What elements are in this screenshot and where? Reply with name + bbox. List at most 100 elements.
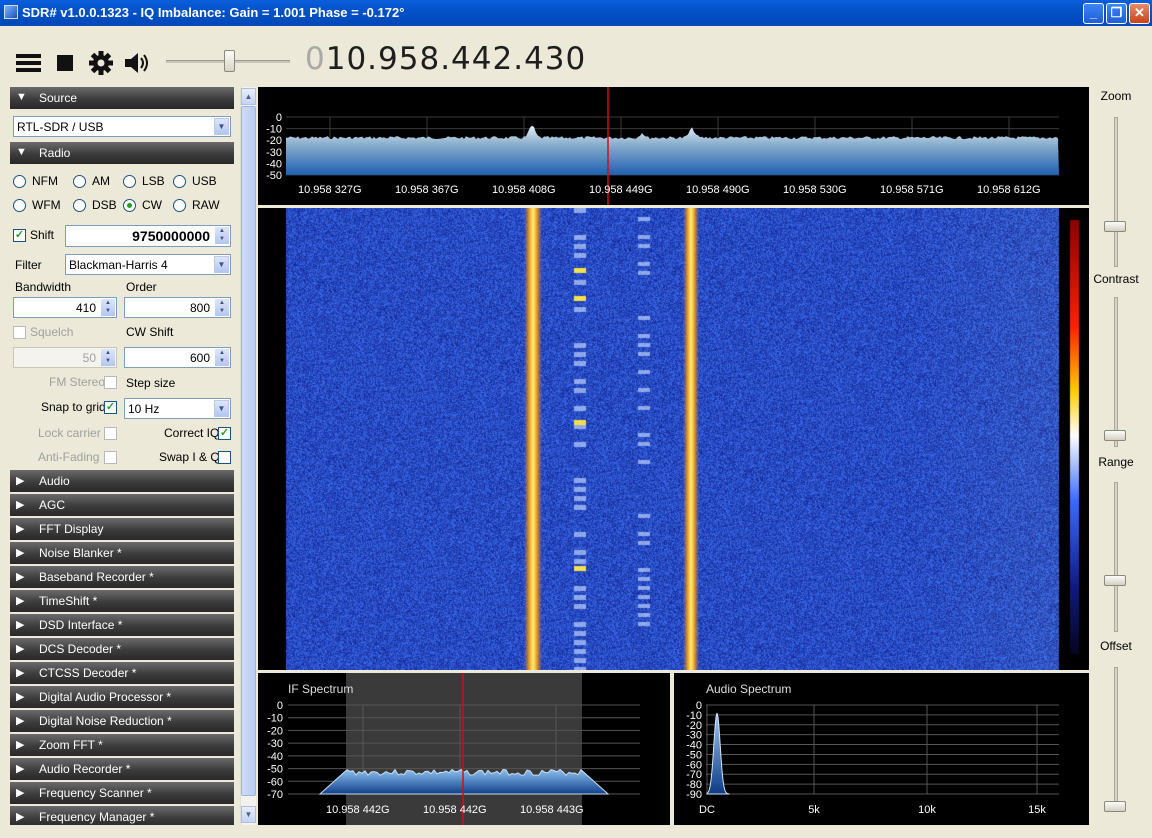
plugin-header-label: DSD Interface * — [39, 618, 123, 632]
stop-icon[interactable] — [55, 48, 83, 76]
mode-radio-lsb[interactable] — [123, 175, 136, 188]
if-spectrum-panel[interactable]: IF Spectrum 0 -10 -20 -30 -40 -50 -60 -70 10.95… — [258, 673, 670, 825]
antifading-checkbox[interactable] — [104, 451, 117, 464]
order-input[interactable]: 800 ▲ ▼ — [124, 297, 231, 318]
scroll-thumb[interactable] — [241, 106, 256, 796]
spinner-icon[interactable]: ▲ ▼ — [215, 299, 229, 316]
filter-value: Blackman-Harris 4 — [69, 258, 168, 272]
zoom-slider[interactable] — [1104, 221, 1126, 232]
mode-radio-usb[interactable] — [173, 175, 186, 188]
offset-slider[interactable] — [1104, 801, 1126, 812]
plugin-header-label: Digital Audio Processor * — [39, 690, 172, 704]
chevron-down-icon[interactable]: ▼ — [214, 400, 229, 417]
mode-label-wfm: WFM — [32, 198, 61, 212]
plugin-header-timeshift[interactable]: ▶ TimeShift * — [10, 590, 234, 612]
range-slider[interactable] — [1104, 575, 1126, 586]
plugin-header-frequency-manager[interactable]: ▶ Frequency Manager * — [10, 806, 234, 825]
mode-radio-cw[interactable] — [123, 199, 136, 212]
plugin-header-audio[interactable]: ▶ Audio — [10, 470, 234, 492]
db-tick-label: -60 — [267, 776, 283, 788]
plugin-header-fft-display[interactable]: ▶ FFT Display — [10, 518, 234, 540]
plugin-header-label: Noise Blanker * — [39, 546, 122, 560]
radio-header[interactable]: ▼ Radio — [10, 142, 234, 164]
expand-arrow-icon: ▶ — [16, 763, 25, 775]
cwshift-label: CW Shift — [126, 325, 174, 339]
squelch-input[interactable]: 50 ▲ ▼ — [13, 347, 117, 368]
spinner-icon[interactable]: ▲ ▼ — [215, 227, 229, 244]
zoom-track[interactable] — [1114, 117, 1118, 267]
expand-arrow-icon: ▶ — [16, 691, 25, 703]
plugin-header-label: Digital Noise Reduction * — [39, 714, 172, 728]
range-track[interactable] — [1114, 482, 1118, 632]
plugin-header-audio-recorder[interactable]: ▶ Audio Recorder * — [10, 758, 234, 780]
cwshift-input[interactable]: 600 ▲ ▼ — [124, 347, 231, 368]
plugin-header-digital-noise-reduction[interactable]: ▶ Digital Noise Reduction * — [10, 710, 234, 732]
volume-thumb[interactable] — [224, 50, 236, 72]
plugin-header-ctcss-decoder[interactable]: ▶ CTCSS Decoder * — [10, 662, 234, 684]
offset-track[interactable] — [1114, 667, 1118, 812]
app-icon — [4, 5, 18, 19]
close-button[interactable]: ✕ — [1129, 3, 1150, 24]
plugin-header-dcs-decoder[interactable]: ▶ DCS Decoder * — [10, 638, 234, 660]
spinner-icon[interactable]: ▲ ▼ — [101, 299, 115, 316]
stepsize-select[interactable]: 10 Hz ▼ — [124, 398, 231, 419]
snap-checkbox[interactable]: ✓ — [104, 401, 117, 414]
gear-icon[interactable] — [88, 48, 116, 76]
chevron-down-icon[interactable]: ▼ — [214, 118, 229, 135]
waterfall-display[interactable] — [258, 208, 1089, 670]
source-device-select[interactable]: RTL-SDR / USB ▼ — [13, 116, 231, 137]
correctiq-checkbox[interactable]: ✓ — [218, 427, 231, 440]
audio-spectrum-panel[interactable]: Audio Spectrum 0 -10 -20 -30 -40 -50 -60 -70 -80… — [674, 673, 1089, 825]
if-passband-shade — [346, 673, 582, 825]
shift-value: 9750000000 — [132, 228, 210, 244]
plugin-header-digital-audio-processor[interactable]: ▶ Digital Audio Processor * — [10, 686, 234, 708]
spinner-icon[interactable]: ▲ ▼ — [101, 349, 115, 366]
frequency-digits[interactable]: 10.958.442.430 — [326, 41, 587, 77]
mode-label-usb: USB — [192, 174, 217, 188]
source-header[interactable]: ▼ Source — [10, 87, 234, 109]
mode-radio-raw[interactable] — [173, 199, 186, 212]
minimize-button[interactable]: _ — [1083, 3, 1104, 24]
mode-radio-am[interactable] — [73, 175, 86, 188]
freq-tick-label: 10.958 443G — [520, 804, 584, 816]
db-tick-label: -20 — [266, 135, 282, 147]
volume-slider[interactable] — [166, 48, 290, 74]
frequency-display[interactable]: 010.958.442.430 — [305, 41, 586, 77]
db-tick-label: -40 — [267, 751, 283, 763]
collapse-arrow-icon: ▼ — [16, 146, 27, 158]
swapiq-checkbox[interactable] — [218, 451, 231, 464]
chevron-down-icon[interactable]: ▼ — [214, 256, 229, 273]
plugin-header-zoom-fft[interactable]: ▶ Zoom FFT * — [10, 734, 234, 756]
lockcarrier-checkbox[interactable] — [104, 427, 117, 440]
plugin-header-agc[interactable]: ▶ AGC — [10, 494, 234, 516]
filter-select[interactable]: Blackman-Harris 4 ▼ — [65, 254, 231, 275]
bandwidth-input[interactable]: 410 ▲ ▼ — [13, 297, 117, 318]
scroll-up-icon[interactable]: ▲ — [241, 88, 256, 105]
left-panel-scrollbar[interactable]: ▲ ▼ — [240, 87, 256, 825]
mode-radio-dsb[interactable] — [73, 199, 86, 212]
fmstereo-checkbox[interactable] — [104, 376, 117, 389]
menu-icon[interactable] — [15, 48, 43, 76]
plugin-header-noise-blanker[interactable]: ▶ Noise Blanker * — [10, 542, 234, 564]
squelch-checkbox[interactable] — [13, 326, 26, 339]
speaker-icon[interactable] — [123, 48, 151, 76]
frequency-leading-digit[interactable]: 0 — [305, 41, 326, 77]
mode-radio-nfm[interactable] — [13, 175, 26, 188]
swapiq-label: Swap I & Q — [159, 450, 220, 464]
shift-input[interactable]: 9750000000 ▲ ▼ — [65, 225, 231, 247]
mode-radio-wfm[interactable] — [13, 199, 26, 212]
mode-label-lsb: LSB — [142, 174, 165, 188]
plugin-header-frequency-scanner[interactable]: ▶ Frequency Scanner * — [10, 782, 234, 804]
contrast-track[interactable] — [1114, 297, 1118, 447]
plugin-header-dsd-interface[interactable]: ▶ DSD Interface * — [10, 614, 234, 636]
db-tick-label: 0 — [277, 700, 283, 712]
expand-arrow-icon: ▶ — [16, 571, 25, 583]
spectrum-analyzer[interactable]: 0 -10 -20 -30 -40 -50 10.958 327G 10.958 367G 1… — [258, 87, 1089, 205]
plugin-header-baseband-recorder[interactable]: ▶ Baseband Recorder * — [10, 566, 234, 588]
restore-button[interactable]: ❐ — [1106, 3, 1127, 24]
shift-checkbox[interactable]: ✓ — [13, 229, 26, 242]
contrast-slider[interactable] — [1104, 430, 1126, 441]
spinner-icon[interactable]: ▲ ▼ — [215, 349, 229, 366]
scroll-down-icon[interactable]: ▼ — [241, 806, 256, 823]
source-header-label: Source — [39, 91, 78, 105]
